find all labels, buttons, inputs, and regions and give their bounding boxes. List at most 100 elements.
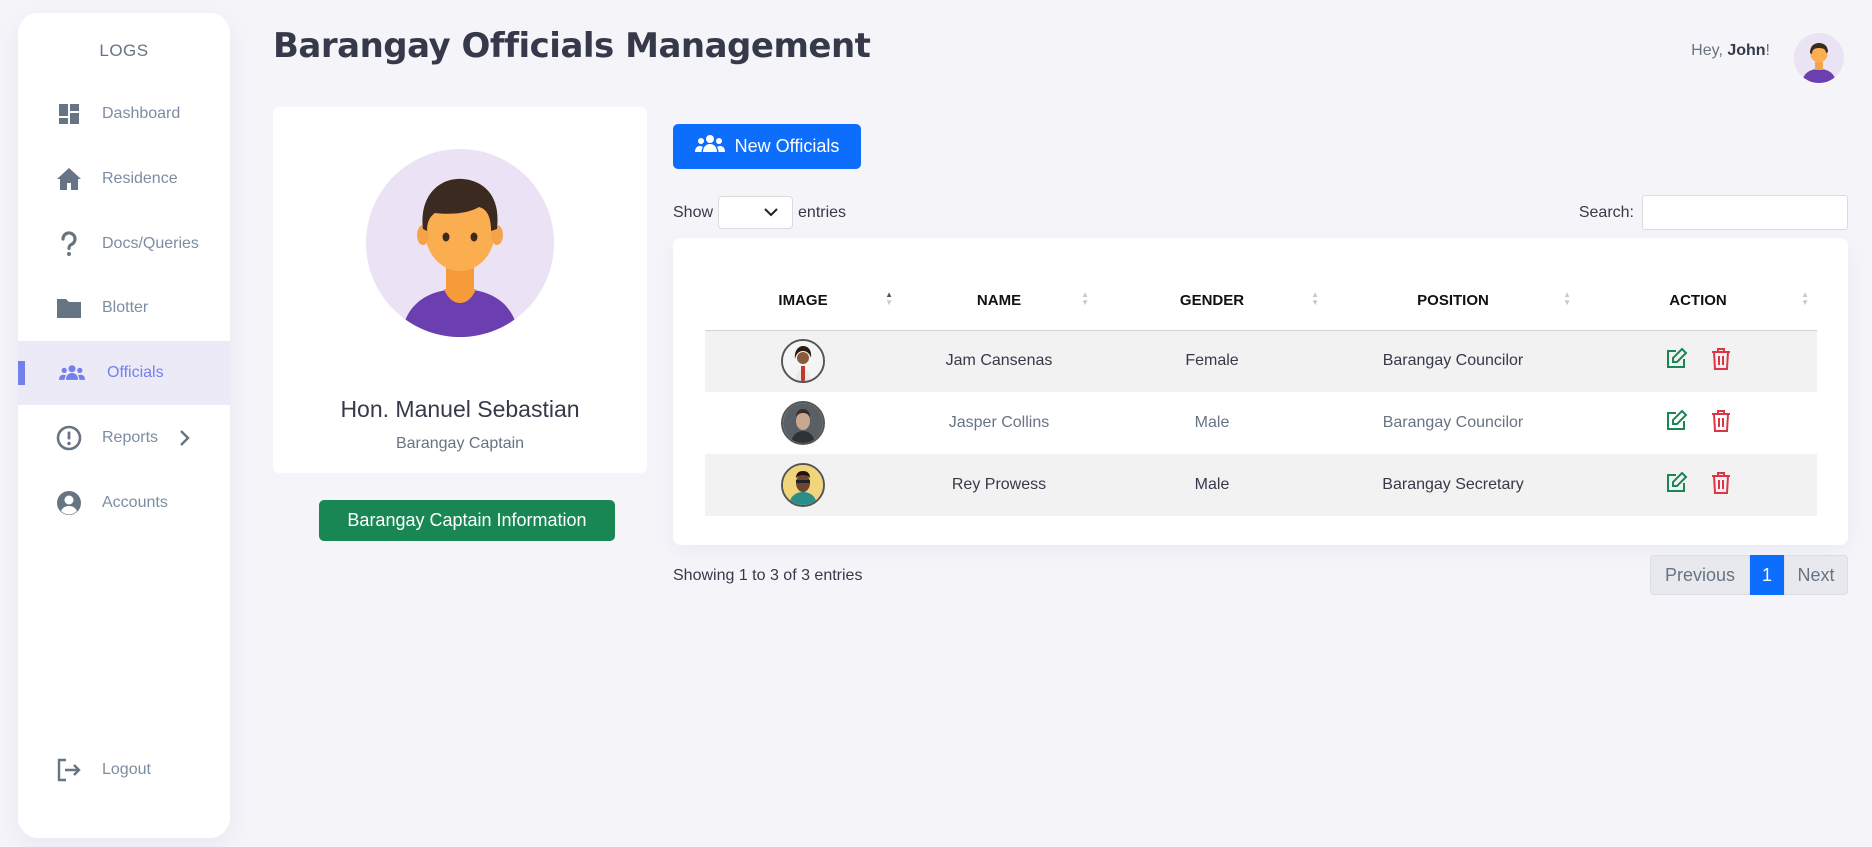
search-input[interactable]: [1642, 195, 1848, 230]
sort-icon: ▲ ▼: [1311, 290, 1319, 307]
sort-icon: ▲ ▼: [1563, 290, 1571, 307]
user-name: John: [1727, 42, 1766, 59]
gender-cell: Female: [1097, 330, 1327, 392]
sidebar-item-officials[interactable]: Officials: [18, 341, 230, 405]
table-info: Showing 1 to 3 of 3 entries: [673, 567, 863, 584]
entries-select[interactable]: [718, 196, 794, 229]
official-photo: [781, 401, 825, 445]
page-1-button[interactable]: 1: [1750, 555, 1784, 595]
sidebar-item-docs-queries[interactable]: Docs/Queries: [18, 212, 230, 276]
sidebar-item-label: Accounts: [102, 494, 168, 511]
table-header-row: IMAGE ▲ ▼ NAME ▲ ▼ GENDER ▲ ▼ POSITION ▲ ▼ ACTIO…: [705, 271, 1817, 331]
delete-icon[interactable]: [1710, 409, 1732, 438]
column-header-position[interactable]: POSITION ▲ ▼: [1327, 271, 1579, 331]
name-cell: Rey Prowess: [901, 454, 1097, 516]
entries-label: entries: [798, 203, 847, 221]
column-header-image[interactable]: IMAGE ▲ ▼: [705, 271, 901, 331]
pagination: Previous 1 Next: [1650, 555, 1848, 595]
sidebar-item-label: Docs/Queries: [102, 235, 199, 252]
previous-page-button[interactable]: Previous: [1650, 555, 1750, 595]
edit-icon[interactable]: [1664, 471, 1688, 500]
position-cell: Barangay Councilor: [1327, 330, 1579, 392]
question-mark-icon: [56, 231, 82, 257]
sidebar-item-accounts[interactable]: Accounts: [18, 471, 230, 535]
image-cell: [705, 454, 901, 516]
sidebar-item-label: Residence: [102, 170, 178, 187]
name-cell: Jasper Collins: [948, 414, 1050, 431]
alert-circle-icon: [56, 425, 82, 451]
action-cell: [1579, 454, 1817, 516]
column-header-label: GENDER: [1179, 291, 1245, 309]
gender-cell: Male: [1194, 414, 1230, 431]
name-cell: Jam Cansenas: [901, 330, 1097, 392]
sidebar-item-dashboard[interactable]: Dashboard: [18, 82, 230, 146]
sort-icon: ▲ ▼: [1081, 290, 1089, 307]
table-row: Jam Cansenas Female Barangay Councilor: [705, 330, 1817, 392]
column-header-label: NAME: [976, 291, 1022, 309]
column-header-gender[interactable]: GENDER ▲ ▼: [1097, 271, 1327, 331]
sidebar-item-residence[interactable]: Residence: [18, 147, 230, 211]
greeting-prefix: Hey,: [1691, 42, 1728, 59]
column-header-label: IMAGE: [778, 291, 828, 309]
sidebar-item-blotter[interactable]: Blotter: [18, 276, 230, 340]
logout-icon: [56, 757, 82, 783]
entries-length-control: Show entries: [673, 196, 846, 229]
official-photo: [781, 463, 825, 507]
column-header-name[interactable]: NAME ▲ ▼: [901, 271, 1097, 331]
new-officials-button[interactable]: New Officials: [673, 124, 861, 169]
image-cell: [705, 392, 901, 454]
sidebar-item-label: Blotter: [102, 299, 149, 316]
gender-cell: Male: [1097, 454, 1327, 516]
action-cell: [1579, 330, 1817, 392]
captain-name: Hon. Manuel Sebastian: [340, 396, 580, 422]
position-cell: Barangay Councilor: [1382, 414, 1524, 431]
table-search: Search:: [1579, 195, 1848, 230]
delete-icon[interactable]: [1710, 347, 1732, 376]
edit-icon[interactable]: [1664, 347, 1688, 376]
dashboard-icon: [56, 101, 82, 127]
sidebar-item-label: Reports: [102, 429, 159, 446]
page-title: Barangay Officials Management: [273, 26, 871, 66]
users-icon: [59, 360, 85, 386]
captain-card: Hon. Manuel Sebastian Barangay Captain: [273, 107, 647, 473]
official-photo: [781, 339, 825, 384]
chevron-right-icon[interactable]: [178, 429, 190, 447]
active-indicator: [18, 361, 25, 385]
delete-icon[interactable]: [1710, 471, 1732, 500]
show-label: Show: [673, 203, 714, 221]
sidebar-item-reports[interactable]: Reports: [18, 406, 230, 470]
next-page-button[interactable]: Next: [1784, 555, 1848, 595]
users-icon: [694, 134, 725, 159]
captain-title: Barangay Captain: [395, 435, 525, 452]
search-label: Search:: [1578, 203, 1634, 221]
sort-icon: ▲ ▼: [885, 290, 893, 307]
column-header-label: ACTION: [1669, 291, 1727, 309]
sidebar-item-label: Dashboard: [102, 105, 181, 122]
new-officials-label: New Officials: [734, 136, 840, 156]
table-row: Rey Prowess Male Barangay Secretary: [705, 454, 1817, 516]
user-greeting: Hey, John!: [1691, 42, 1770, 60]
officials-table-card: IMAGE ▲ ▼ NAME ▲ ▼ GENDER ▲ ▼ POSITION ▲ ▼ ACTIO…: [673, 238, 1848, 545]
captain-info-button[interactable]: Barangay Captain Information: [319, 500, 615, 541]
column-header-label: POSITION: [1417, 291, 1489, 309]
image-cell: [705, 330, 901, 392]
account-circle-icon: [56, 490, 82, 516]
logout-button[interactable]: Logout: [18, 738, 230, 802]
sort-icon: ▲ ▼: [1801, 290, 1809, 307]
logout-label: Logout: [102, 761, 151, 778]
sidebar: LOGS Dashboard Residence Docs/Queries Bl…: [18, 13, 230, 838]
officials-table: IMAGE ▲ ▼ NAME ▲ ▼ GENDER ▲ ▼ POSITION ▲ ▼ ACTIO…: [705, 271, 1817, 516]
column-header-action[interactable]: ACTION ▲ ▼: [1579, 271, 1817, 331]
greeting-suffix: !: [1765, 42, 1770, 59]
home-icon: [56, 166, 82, 192]
position-cell: Barangay Secretary: [1327, 454, 1579, 516]
sidebar-item-label: Officials: [107, 364, 164, 381]
chevron-down-icon: [764, 204, 778, 222]
folder-icon: [56, 295, 82, 321]
user-avatar[interactable]: [1794, 33, 1844, 83]
action-cell: [1579, 392, 1817, 454]
captain-avatar: [366, 149, 554, 337]
brand-logo: LOGS: [99, 41, 149, 60]
table-row: Jasper Collins Male Barangay Councilor: [705, 392, 1817, 454]
edit-icon[interactable]: [1664, 409, 1688, 438]
